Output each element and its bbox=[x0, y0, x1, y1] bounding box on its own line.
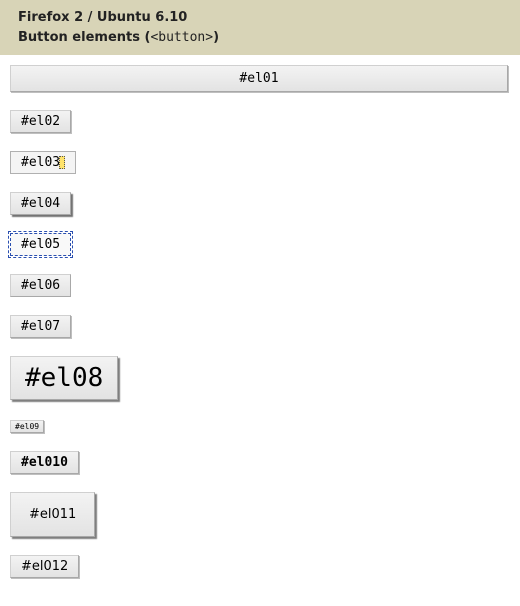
text-cursor-icon bbox=[59, 156, 65, 169]
title-prefix: Button elements ( bbox=[18, 30, 150, 45]
content-area: #el01 #el02 #el03 #el04 #el05 #el06 #el0… bbox=[0, 55, 520, 606]
button-el08[interactable]: #el08 bbox=[10, 356, 118, 400]
page-title: Button elements (<button>) bbox=[18, 28, 502, 48]
button-el06[interactable]: #el06 bbox=[10, 274, 71, 297]
button-el02[interactable]: #el02 bbox=[10, 110, 71, 133]
button-el01[interactable]: #el01 bbox=[10, 65, 508, 92]
button-el09[interactable]: #el09 bbox=[10, 420, 44, 433]
title-suffix: ) bbox=[213, 30, 219, 45]
button-el03-label: #el03 bbox=[21, 155, 60, 170]
page-header: Firefox 2 / Ubuntu 6.10 Button elements … bbox=[0, 0, 520, 55]
button-el03[interactable]: #el03 bbox=[10, 151, 76, 174]
button-el04[interactable]: #el04 bbox=[10, 192, 71, 215]
button-el011[interactable]: #el011 bbox=[10, 492, 95, 537]
env-label: Firefox 2 / Ubuntu 6.10 bbox=[18, 8, 502, 28]
button-el010[interactable]: #el010 bbox=[10, 451, 79, 474]
title-code: <button> bbox=[150, 30, 213, 45]
button-el05[interactable]: #el05 bbox=[10, 233, 71, 256]
button-el07[interactable]: #el07 bbox=[10, 315, 71, 338]
button-el012[interactable]: #el012 bbox=[10, 555, 79, 578]
